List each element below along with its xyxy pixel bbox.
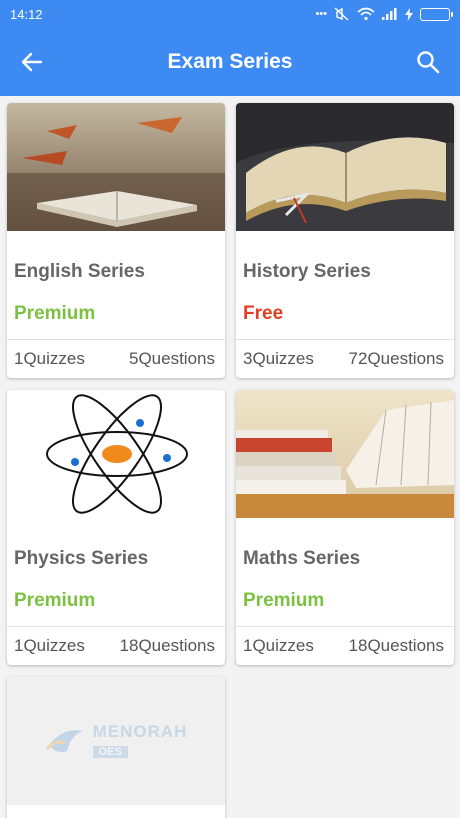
question-count: 5Questions <box>129 349 215 368</box>
atom-image <box>7 390 225 518</box>
series-stats: 1Quizzes 5Questions <box>7 340 225 378</box>
question-count: 18Questions <box>119 636 215 655</box>
quiz-count: 1Quizzes <box>14 636 85 655</box>
series-card-placeholder[interactable]: MENORAH OES <box>7 677 225 818</box>
search-icon <box>417 51 440 74</box>
arrow-left-icon <box>21 52 43 72</box>
signal-icon <box>382 8 397 20</box>
question-count: 72Questions <box>348 349 444 368</box>
series-name: English Series <box>14 261 145 282</box>
series-stats: 1Quizzes 18Questions <box>236 627 454 665</box>
series-card-english[interactable]: English Series Premium 1Quizzes 5Questio… <box>7 103 225 378</box>
series-stats: 3Quizzes 72Questions <box>236 340 454 378</box>
page-title: Exam Series <box>167 50 293 73</box>
series-card-physics[interactable]: Physics Series Premium 1Quizzes 18Questi… <box>7 390 225 665</box>
history-book-image <box>236 103 454 231</box>
english-book-image <box>7 103 225 231</box>
more-dots-icon: ••• <box>315 8 327 20</box>
question-count: 18Questions <box>348 636 444 655</box>
quiz-count: 3Quizzes <box>243 349 314 368</box>
placeholder-logo-image: MENORAH OES <box>7 677 225 805</box>
logo-sub: OES <box>92 746 128 758</box>
charging-icon <box>405 7 413 21</box>
tier-badge: Premium <box>14 303 96 324</box>
logo-mark-icon <box>45 730 83 753</box>
search-button[interactable] <box>408 42 448 82</box>
logo-brand: MENORAH <box>92 722 188 741</box>
quiz-count: 1Quizzes <box>14 349 85 368</box>
tier-badge: Premium <box>243 590 325 611</box>
tier-badge: Premium <box>14 590 96 611</box>
quiz-count: 1Quizzes <box>243 636 314 655</box>
series-card-maths[interactable]: Maths Series Premium 1Quizzes 18Question… <box>236 390 454 665</box>
battery-icon <box>420 7 453 21</box>
series-card-history[interactable]: History Series Free 3Quizzes 72Questions <box>236 103 454 378</box>
wifi-icon <box>357 7 375 21</box>
series-stats: 1Quizzes 18Questions <box>7 627 225 665</box>
status-time: 14:12 <box>10 6 43 22</box>
series-name: Maths Series <box>243 548 361 569</box>
series-name: History Series <box>243 261 371 282</box>
mute-icon <box>334 7 349 21</box>
books-stack-image <box>236 390 454 518</box>
status-icons: ••• <box>315 7 453 21</box>
menorah-logo: MENORAH OES <box>45 722 188 760</box>
status-bar: 14:12 ••• <box>0 0 460 28</box>
series-name: Physics Series <box>14 548 149 569</box>
app-bar: Exam Series <box>0 28 460 96</box>
tier-badge: Free <box>243 303 284 324</box>
back-button[interactable] <box>12 42 52 82</box>
